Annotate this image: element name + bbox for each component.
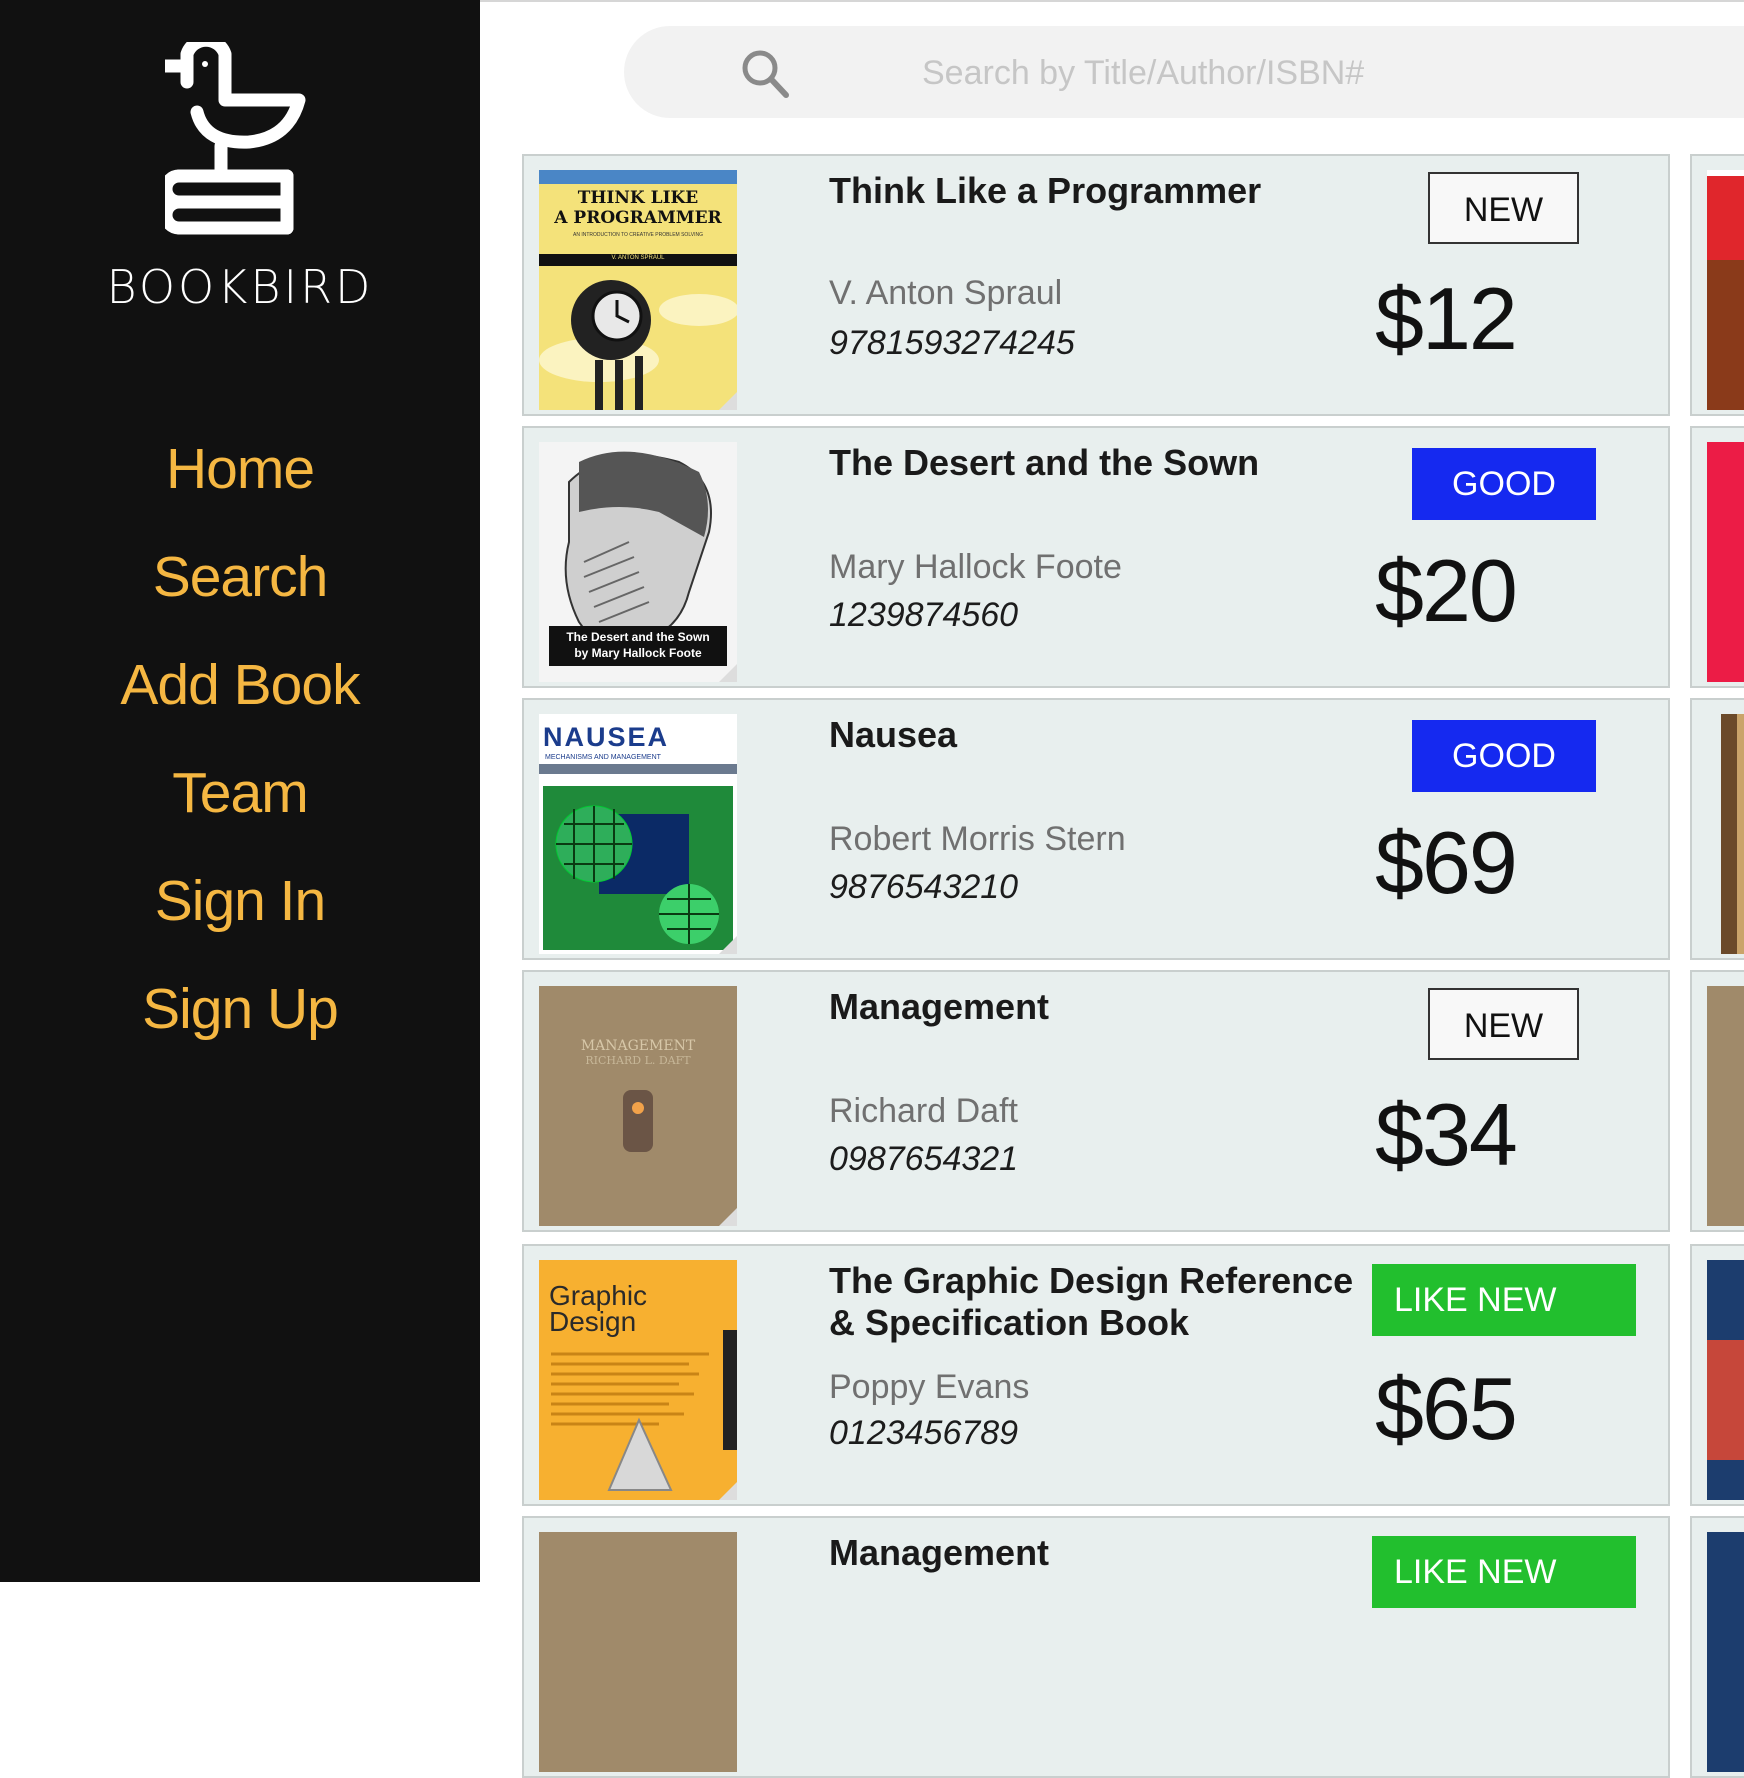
condition-badge: NEW	[1428, 172, 1579, 244]
book-title[interactable]: Nausea	[829, 714, 1369, 756]
cover-author: by Mary Hallock Foote	[574, 646, 702, 660]
book-author: V. Anton Spraul	[829, 274, 1063, 312]
book-card[interactable]: MANAGEMENT RICHARD L. DAFT Management Ri…	[522, 970, 1670, 1232]
book-title[interactable]: Think Like a Programmer	[829, 170, 1369, 212]
book-price: $34	[1375, 1085, 1518, 1184]
book-author: Poppy Evans	[829, 1368, 1030, 1406]
book-author: Richard Daft	[829, 1092, 1018, 1130]
cover-title-line1: THINK LIKE	[577, 188, 699, 208]
book-card-partial[interactable]	[1690, 426, 1744, 688]
book-title[interactable]: The Graphic Design Reference & Specifica…	[829, 1260, 1369, 1344]
cover-title: The Desert and the Sown	[566, 630, 710, 644]
condition-badge: NEW	[1428, 988, 1579, 1060]
cover-title: MANAGEMENT	[580, 1038, 696, 1054]
book-author: Mary Hallock Foote	[829, 548, 1122, 586]
book-cover[interactable]	[539, 1532, 737, 1772]
book-card-partial[interactable]	[1690, 1244, 1744, 1506]
condition-badge: LIKE NEW	[1372, 1536, 1636, 1608]
book-isbn: 1239874560	[829, 596, 1019, 634]
cover-subtitle: AN INTRODUCTION TO CREATIVE PROBLEM SOLV…	[573, 232, 703, 238]
nav-sign-up[interactable]: Sign Up	[0, 955, 480, 1063]
logo[interactable]: BOOKBIRD	[0, 30, 480, 314]
book-cover[interactable]	[1707, 1532, 1744, 1772]
book-cover[interactable]	[1707, 986, 1744, 1226]
book-cover[interactable]: MANAGEMENT RICHARD L. DAFT	[539, 986, 737, 1226]
main-nav: Home Search Add Book Team Sign In Sign U…	[0, 415, 480, 1063]
book-price: $20	[1375, 541, 1518, 640]
cover-title-line2: Design	[549, 1306, 637, 1337]
nav-team[interactable]: Team	[0, 739, 480, 847]
cover-subtitle: MECHANISMS AND MANAGEMENT	[545, 754, 661, 761]
condition-badge: GOOD	[1412, 448, 1596, 520]
book-card[interactable]: Graphic Design The Graphic Design Refere…	[522, 1244, 1670, 1506]
book-isbn: 0123456789	[829, 1414, 1019, 1452]
book-card-partial[interactable]	[1690, 970, 1744, 1232]
sidebar: BOOKBIRD Home Search Add Book Team Sign …	[0, 0, 480, 1582]
book-cover[interactable]: THINK LIKE A PROGRAMMER AN INTRODUCTION …	[539, 170, 737, 410]
cover-title: NAUSEA	[543, 722, 670, 752]
nav-add-book[interactable]: Add Book	[0, 631, 480, 739]
condition-badge: GOOD	[1412, 720, 1596, 792]
brand-name: BOOKBIRD	[106, 260, 374, 314]
condition-badge: LIKE NEW	[1372, 1264, 1636, 1336]
book-card-partial[interactable]	[1690, 698, 1744, 960]
book-isbn: 9781593274245	[829, 324, 1075, 362]
book-card[interactable]: The Desert and the Sown by Mary Hallock …	[522, 426, 1670, 688]
book-isbn: 0987654321	[829, 1140, 1019, 1178]
book-card[interactable]: THINK LIKE A PROGRAMMER AN INTRODUCTION …	[522, 154, 1670, 416]
book-card[interactable]: NAUSEA MECHANISMS AND MANAGEMENT Nausea …	[522, 698, 1670, 960]
nav-sign-in[interactable]: Sign In	[0, 847, 480, 955]
cover-title-line2: A PROGRAMMER	[554, 208, 722, 228]
book-isbn: 9876543210	[829, 868, 1019, 906]
book-price: $69	[1375, 813, 1518, 912]
nav-search[interactable]: Search	[0, 523, 480, 631]
cover-author: V. ANTON SPRAUL	[611, 255, 665, 261]
book-card-partial[interactable]	[1690, 1516, 1744, 1778]
book-cover[interactable]	[1707, 170, 1744, 410]
bookbird-logo-icon	[165, 42, 306, 235]
book-cover[interactable]: The Desert and the Sown by Mary Hallock …	[539, 442, 737, 682]
book-card[interactable]: Management LIKE NEW	[522, 1516, 1670, 1778]
nav-home[interactable]: Home	[0, 415, 480, 523]
search-input[interactable]	[920, 46, 1624, 100]
book-price: $12	[1375, 269, 1518, 368]
book-cover[interactable]: Graphic Design	[539, 1260, 737, 1500]
book-cover[interactable]	[1707, 1260, 1744, 1500]
book-cover[interactable]	[1707, 714, 1744, 954]
book-cover[interactable]	[1707, 442, 1744, 682]
book-cover[interactable]: NAUSEA MECHANISMS AND MANAGEMENT	[539, 714, 737, 954]
search-icon[interactable]	[740, 48, 790, 100]
book-price: $65	[1375, 1359, 1518, 1458]
book-title[interactable]: Management	[829, 1532, 1369, 1574]
book-card-partial[interactable]	[1690, 154, 1744, 416]
book-author: Robert Morris Stern	[829, 820, 1126, 858]
book-title[interactable]: The Desert and the Sown	[829, 442, 1369, 484]
cover-author: RICHARD L. DAFT	[585, 1054, 691, 1067]
book-title[interactable]: Management	[829, 986, 1369, 1028]
search-bar	[624, 26, 1744, 118]
